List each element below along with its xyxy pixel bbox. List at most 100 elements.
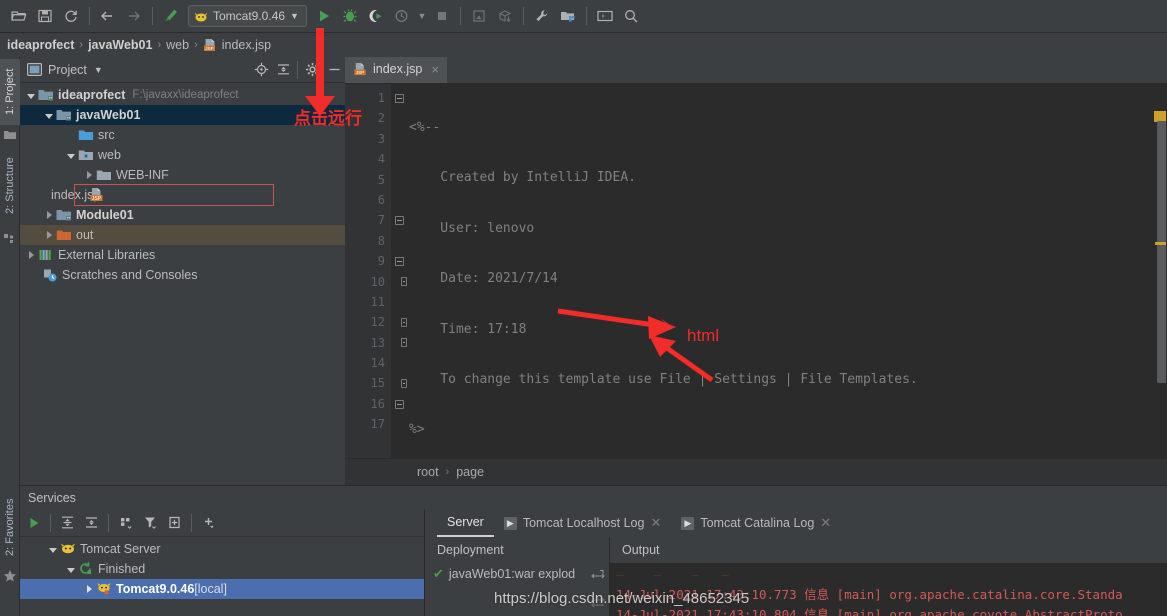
tree-label: ideaprofect <box>58 88 126 102</box>
add-icon[interactable] <box>197 511 221 535</box>
tab-index-jsp[interactable]: JSP index.jsp × <box>345 57 447 83</box>
chevron-down-icon[interactable] <box>42 108 56 122</box>
tab-tomcat-localhost-log[interactable]: ▶ Tomcat Localhost Log ✕ <box>494 509 672 537</box>
back-arrow-icon[interactable] <box>95 3 121 29</box>
filter-icon[interactable] <box>138 511 162 535</box>
chevron-down-icon[interactable]: ▼ <box>290 11 299 21</box>
breadcrumb-item-module[interactable]: javaWeb01 <box>88 38 152 52</box>
editor-scrollbar-thumb[interactable] <box>1157 121 1166 383</box>
breadcrumb-item-project[interactable]: ideaprofect <box>7 38 74 52</box>
gear-icon[interactable] <box>301 59 323 81</box>
editor-breadcrumb-separator: › <box>445 466 450 478</box>
marker-warning-stripe[interactable] <box>1155 242 1166 245</box>
open-folder-icon[interactable] <box>6 3 32 29</box>
save-icon[interactable] <box>32 3 58 29</box>
profiler-icon[interactable] <box>389 3 415 29</box>
tree-label: External Libraries <box>58 248 156 262</box>
breadcrumb-item-file[interactable]: JSP index.jsp <box>203 38 271 53</box>
breadcrumb-item-web[interactable]: web <box>166 38 189 52</box>
collapse-all-icon[interactable] <box>272 59 294 81</box>
sidebar-item-favorites[interactable]: 2: Favorites <box>0 489 20 565</box>
tree-row-web[interactable]: web <box>20 145 345 165</box>
chevron-down-icon[interactable] <box>24 88 38 102</box>
run-configuration-selector[interactable]: Tomcat9.0.46 ▼ <box>188 5 307 27</box>
chevron-right-icon[interactable] <box>42 228 56 242</box>
expand-all-icon[interactable] <box>55 511 79 535</box>
chevron-right-icon[interactable] <box>82 168 96 182</box>
deploy-icon[interactable] <box>492 3 518 29</box>
deployment-side-buttons <box>589 563 607 615</box>
tree-row-out[interactable]: out <box>20 225 345 245</box>
run-icon[interactable] <box>311 3 337 29</box>
chevron-down-icon[interactable] <box>46 542 60 556</box>
tree-row-external-libraries[interactable]: External Libraries <box>20 245 345 265</box>
chevron-down-icon[interactable]: ▼ <box>94 65 103 75</box>
tree-row-module01[interactable]: Module01 <box>20 205 345 225</box>
search-icon[interactable] <box>618 3 644 29</box>
fold-marker[interactable] <box>391 312 407 332</box>
services-row-tomcat-server[interactable]: Tomcat Server <box>20 539 424 559</box>
fold-gutter[interactable] <box>391 84 407 458</box>
close-icon[interactable]: ✕ <box>820 515 831 531</box>
code-line: <%-- <box>407 118 1167 138</box>
tree-row-web-inf[interactable]: WEB-INF <box>20 165 345 185</box>
source-folder-icon <box>78 127 94 143</box>
close-icon[interactable]: × <box>431 62 439 77</box>
hide-icon[interactable] <box>323 59 345 81</box>
fold-marker[interactable] <box>391 394 407 414</box>
fold-marker[interactable] <box>391 210 407 230</box>
sidebar-item-project[interactable]: 1: Project <box>0 59 20 125</box>
main-toolbar: Tomcat9.0.46 ▼ ▼ <box>0 0 1167 33</box>
tree-row-index-jsp[interactable]: JSP index.jsp <box>51 184 274 206</box>
wrench-settings-icon[interactable] <box>529 3 555 29</box>
debug-icon[interactable] <box>337 3 363 29</box>
log-line-partial: — — — — <box>616 567 729 582</box>
breadcrumb: ideaprofect › javaWeb01 › web › JSP inde… <box>0 33 1167 57</box>
locate-icon[interactable] <box>250 59 272 81</box>
fold-marker[interactable] <box>391 251 407 271</box>
project-structure-icon[interactable] <box>555 3 581 29</box>
add-frame-icon[interactable] <box>162 511 186 535</box>
line-number: 12 <box>370 315 385 330</box>
tab-tomcat-catalina-log[interactable]: ▶ Tomcat Catalina Log ✕ <box>671 509 841 537</box>
run-with-coverage-icon[interactable] <box>363 3 389 29</box>
svg-text:JSP: JSP <box>205 45 213 50</box>
tree-row-ideaprofect[interactable]: ideaprofect F:\javaxx\ideaprofect <box>20 85 345 105</box>
fold-marker[interactable] <box>391 333 407 353</box>
code-text[interactable]: <%-- Created by IntelliJ IDEA. User: len… <box>407 84 1167 458</box>
chevron-down-icon[interactable] <box>64 148 78 162</box>
sync-icon[interactable] <box>58 3 84 29</box>
chevron-down-icon[interactable] <box>64 562 78 576</box>
svg-text:JSP: JSP <box>92 196 102 202</box>
close-icon[interactable]: ✕ <box>650 515 661 531</box>
chevron-down-icon[interactable]: ▼ <box>415 3 429 29</box>
code-editor[interactable]: 1 2 3 4 5 6 7 8 9 10 11 12 13 14 15 16 1… <box>345 84 1167 458</box>
update-application-icon[interactable] <box>466 3 492 29</box>
expand-arrows-icon[interactable] <box>589 563 607 589</box>
editor-marker-scrollbar[interactable] <box>1154 111 1167 431</box>
fold-marker[interactable] <box>391 272 407 292</box>
check-icon: ✔ <box>433 566 444 581</box>
deployment-item[interactable]: ✔ javaWeb01:war explod <box>425 563 609 585</box>
tree-row-scratches[interactable]: Scratches and Consoles <box>20 265 345 285</box>
tab-server[interactable]: Server <box>437 509 494 537</box>
fold-marker[interactable] <box>391 88 407 108</box>
chevron-right-icon[interactable] <box>82 582 96 596</box>
run-icon[interactable] <box>22 511 46 535</box>
chevron-right-icon[interactable] <box>24 248 38 262</box>
fold-marker[interactable] <box>391 373 407 393</box>
collapse-all-icon[interactable] <box>79 511 103 535</box>
editor-breadcrumb-page[interactable]: page <box>456 465 484 479</box>
editor-breadcrumb-root[interactable]: root <box>417 465 439 479</box>
services-row-tomcat-local[interactable]: Tomcat9.0.46 [local] <box>20 579 424 599</box>
stop-icon[interactable] <box>429 3 455 29</box>
forward-arrow-icon[interactable] <box>121 3 147 29</box>
hammer-icon[interactable] <box>158 3 184 29</box>
services-row-finished[interactable]: Finished <box>20 559 424 579</box>
terminal-icon[interactable] <box>592 3 618 29</box>
structure-strip-icon <box>4 233 16 243</box>
chevron-right-icon[interactable] <box>42 208 56 222</box>
group-icon[interactable] <box>114 511 138 535</box>
sidebar-item-structure[interactable]: 2: Structure <box>0 145 20 227</box>
tab-label: Tomcat Catalina Log <box>700 516 815 530</box>
